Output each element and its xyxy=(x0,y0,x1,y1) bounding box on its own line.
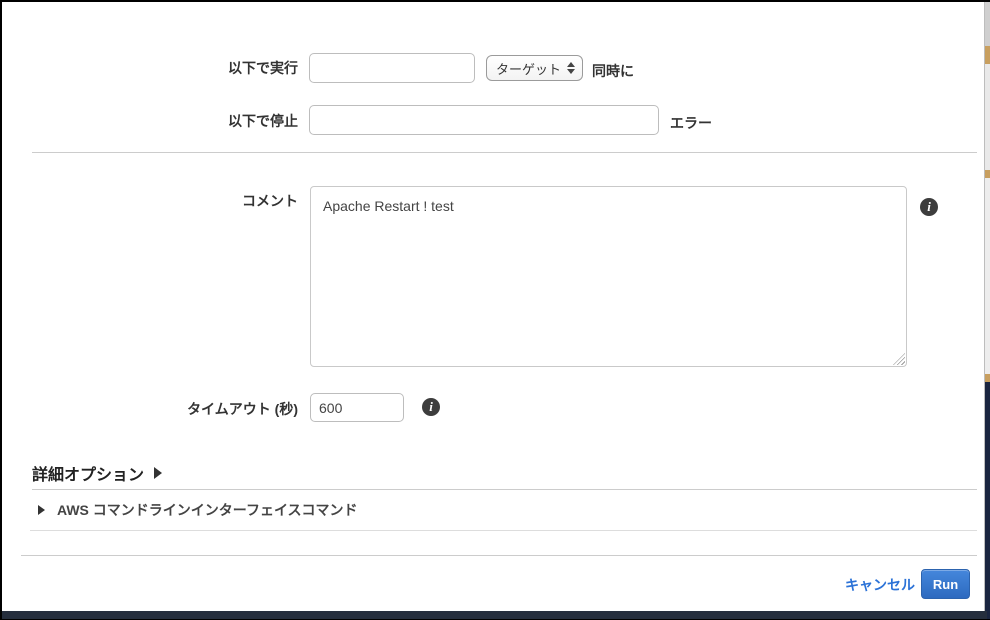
error-suffix-label: エラー xyxy=(670,115,712,131)
run-command-dialog: 以下で実行 ターゲット 同時に 以下で停止 エラー コメント Apache Re… xyxy=(0,0,990,620)
divider xyxy=(32,489,977,490)
background-page-sliver xyxy=(985,2,990,619)
comment-textarea[interactable]: Apache Restart ! test xyxy=(310,186,907,367)
divider xyxy=(21,555,977,556)
select-arrows-icon xyxy=(567,62,575,74)
run-on-count-input[interactable] xyxy=(309,53,475,83)
advanced-options-label: 詳細オプション xyxy=(32,467,145,484)
comment-info-icon[interactable]: i xyxy=(920,198,938,216)
divider xyxy=(32,152,977,153)
timeout-input[interactable] xyxy=(310,393,404,422)
run-button[interactable]: Run xyxy=(921,569,970,599)
comment-label: コメント xyxy=(242,193,298,209)
cancel-button[interactable]: キャンセル xyxy=(845,575,915,595)
stop-after-label: 以下で停止 xyxy=(228,113,298,129)
cli-command-label: AWS コマンドラインインターフェイスコマンド xyxy=(57,502,358,518)
console-footer-bar xyxy=(2,611,987,619)
target-select-value: ターゲット xyxy=(496,61,562,77)
cli-command-toggle[interactable]: AWS コマンドラインインターフェイスコマンド xyxy=(38,500,358,520)
disclosure-triangle-icon xyxy=(154,467,163,479)
target-select[interactable]: ターゲット xyxy=(486,55,583,81)
divider xyxy=(30,530,977,531)
stop-after-count-input[interactable] xyxy=(309,105,659,135)
disclosure-triangle-icon xyxy=(38,505,45,515)
advanced-options-toggle[interactable]: 詳細オプション xyxy=(32,461,163,485)
concurrency-suffix-label: 同時に xyxy=(592,63,634,79)
timeout-label: タイムアウト (秒) xyxy=(187,401,298,417)
timeout-info-icon[interactable]: i xyxy=(422,398,440,416)
run-on-label: 以下で実行 xyxy=(228,60,298,76)
